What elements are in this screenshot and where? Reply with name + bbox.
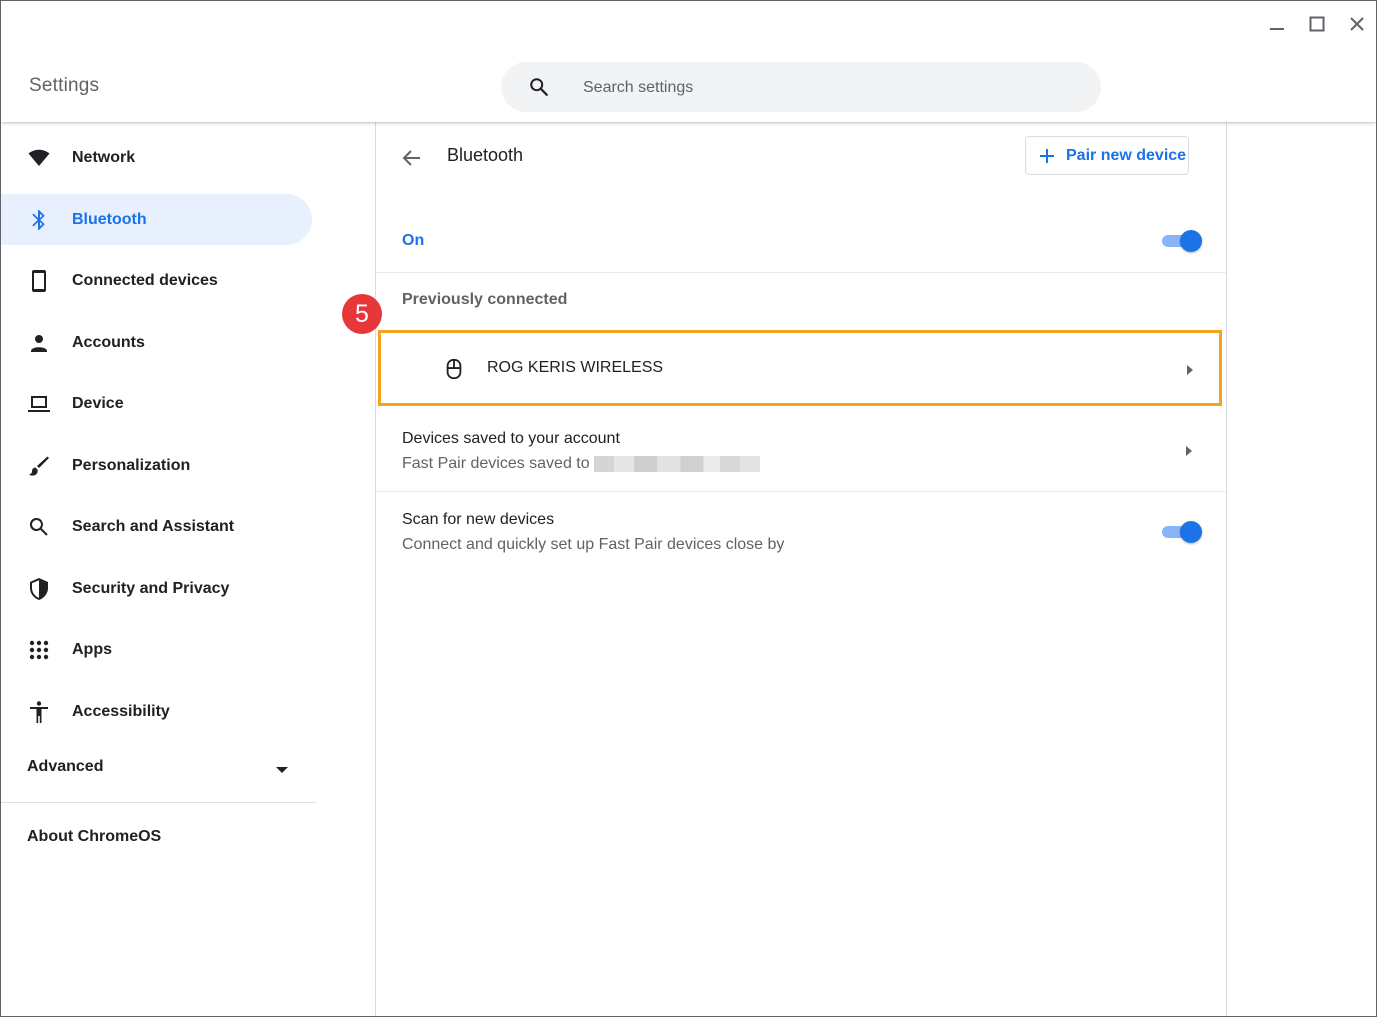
sidebar-item-accessibility[interactable]: Accessibility [1, 686, 312, 737]
sidebar-item-accounts[interactable]: Accounts [1, 317, 312, 368]
divider [376, 272, 1226, 273]
sidebar-item-personalization[interactable]: Personalization [1, 440, 312, 491]
sidebar-item-label: Accessibility [72, 702, 170, 720]
apps-grid-icon [27, 638, 51, 662]
device-name: ROG KERIS WIRELESS [487, 359, 664, 376]
saved-devices-subtitle: Fast Pair devices saved to [402, 455, 590, 472]
wifi-icon [27, 146, 51, 170]
sidebar-divider [1, 802, 316, 803]
pair-new-device-button[interactable]: Pair new device [1025, 136, 1189, 175]
app-title: Settings [29, 75, 100, 96]
sidebar-item-label: Search and Assistant [72, 517, 235, 535]
search-icon [27, 515, 51, 539]
sidebar-item-device[interactable]: Device [1, 378, 312, 429]
mouse-icon [446, 358, 462, 380]
person-icon [27, 331, 51, 355]
bluetooth-state-label: On [402, 232, 425, 249]
device-row-rog-keris-wireless[interactable]: ROG KERIS WIRELESS [378, 330, 1222, 406]
sidebar-item-bluetooth[interactable]: Bluetooth [1, 194, 312, 245]
sidebar-item-apps[interactable]: Apps [1, 624, 312, 675]
step-number-badge: 5 [342, 294, 382, 334]
sidebar-item-label: Bluetooth [72, 210, 147, 228]
shield-icon [27, 577, 51, 601]
sidebar-item-network[interactable]: Network [1, 132, 312, 183]
chevron-right-icon[interactable] [1186, 446, 1192, 456]
sidebar: Network Bluetooth Connected devices Acco… [1, 122, 317, 1016]
sidebar-item-label: Personalization [72, 456, 191, 474]
sidebar-item-security-and-privacy[interactable]: Security and Privacy [1, 563, 312, 614]
page-title: Bluetooth [447, 145, 524, 165]
search-box[interactable] [501, 62, 1101, 114]
about-chromeos-link[interactable]: About ChromeOS [27, 828, 161, 846]
toggle-thumb [1180, 521, 1202, 543]
accessibility-icon [27, 700, 51, 724]
bluetooth-page: Bluetooth Pair new device On Previously … [375, 122, 1227, 1016]
divider [376, 491, 1226, 492]
sidebar-item-connected-devices[interactable]: Connected devices [1, 255, 312, 306]
maximize-icon[interactable] [1306, 13, 1328, 35]
scan-new-devices-subtitle: Connect and quickly set up Fast Pair dev… [402, 536, 785, 553]
sidebar-item-label: Security and Privacy [72, 579, 230, 597]
chevron-right-icon [1187, 365, 1193, 375]
previously-connected-heading: Previously connected [402, 291, 568, 308]
title-bar: Settings [1, 1, 1376, 122]
bluetooth-icon [27, 208, 51, 232]
sidebar-item-label: Device [72, 394, 124, 412]
advanced-label: Advanced [27, 758, 104, 775]
redacted-account-email [594, 456, 760, 472]
minimize-icon[interactable] [1266, 13, 1288, 35]
search-input[interactable] [581, 62, 1065, 114]
saved-devices-title: Devices saved to your account [402, 430, 620, 447]
bluetooth-toggle[interactable] [1162, 230, 1202, 252]
advanced-toggle[interactable]: Advanced [27, 758, 292, 782]
toggle-thumb [1180, 230, 1202, 252]
scan-new-devices-toggle[interactable] [1162, 521, 1202, 543]
sidebar-item-label: Apps [72, 640, 112, 658]
pair-new-device-label: Pair new device [1066, 147, 1187, 164]
close-icon[interactable] [1346, 13, 1368, 35]
plus-icon [1040, 149, 1054, 163]
sidebar-item-label: Accounts [72, 333, 145, 351]
scan-new-devices-title: Scan for new devices [402, 511, 555, 528]
sidebar-item-search-and-assistant[interactable]: Search and Assistant [1, 501, 312, 552]
sidebar-item-label: Connected devices [72, 271, 218, 289]
sidebar-item-label: Network [72, 148, 136, 166]
search-icon [530, 78, 548, 96]
back-arrow-icon[interactable] [400, 146, 424, 170]
brush-icon [27, 454, 51, 478]
caret-down-icon [276, 767, 288, 773]
settings-window: Settings Network [0, 0, 1377, 1017]
phone-icon [27, 269, 51, 293]
laptop-icon [27, 392, 51, 416]
